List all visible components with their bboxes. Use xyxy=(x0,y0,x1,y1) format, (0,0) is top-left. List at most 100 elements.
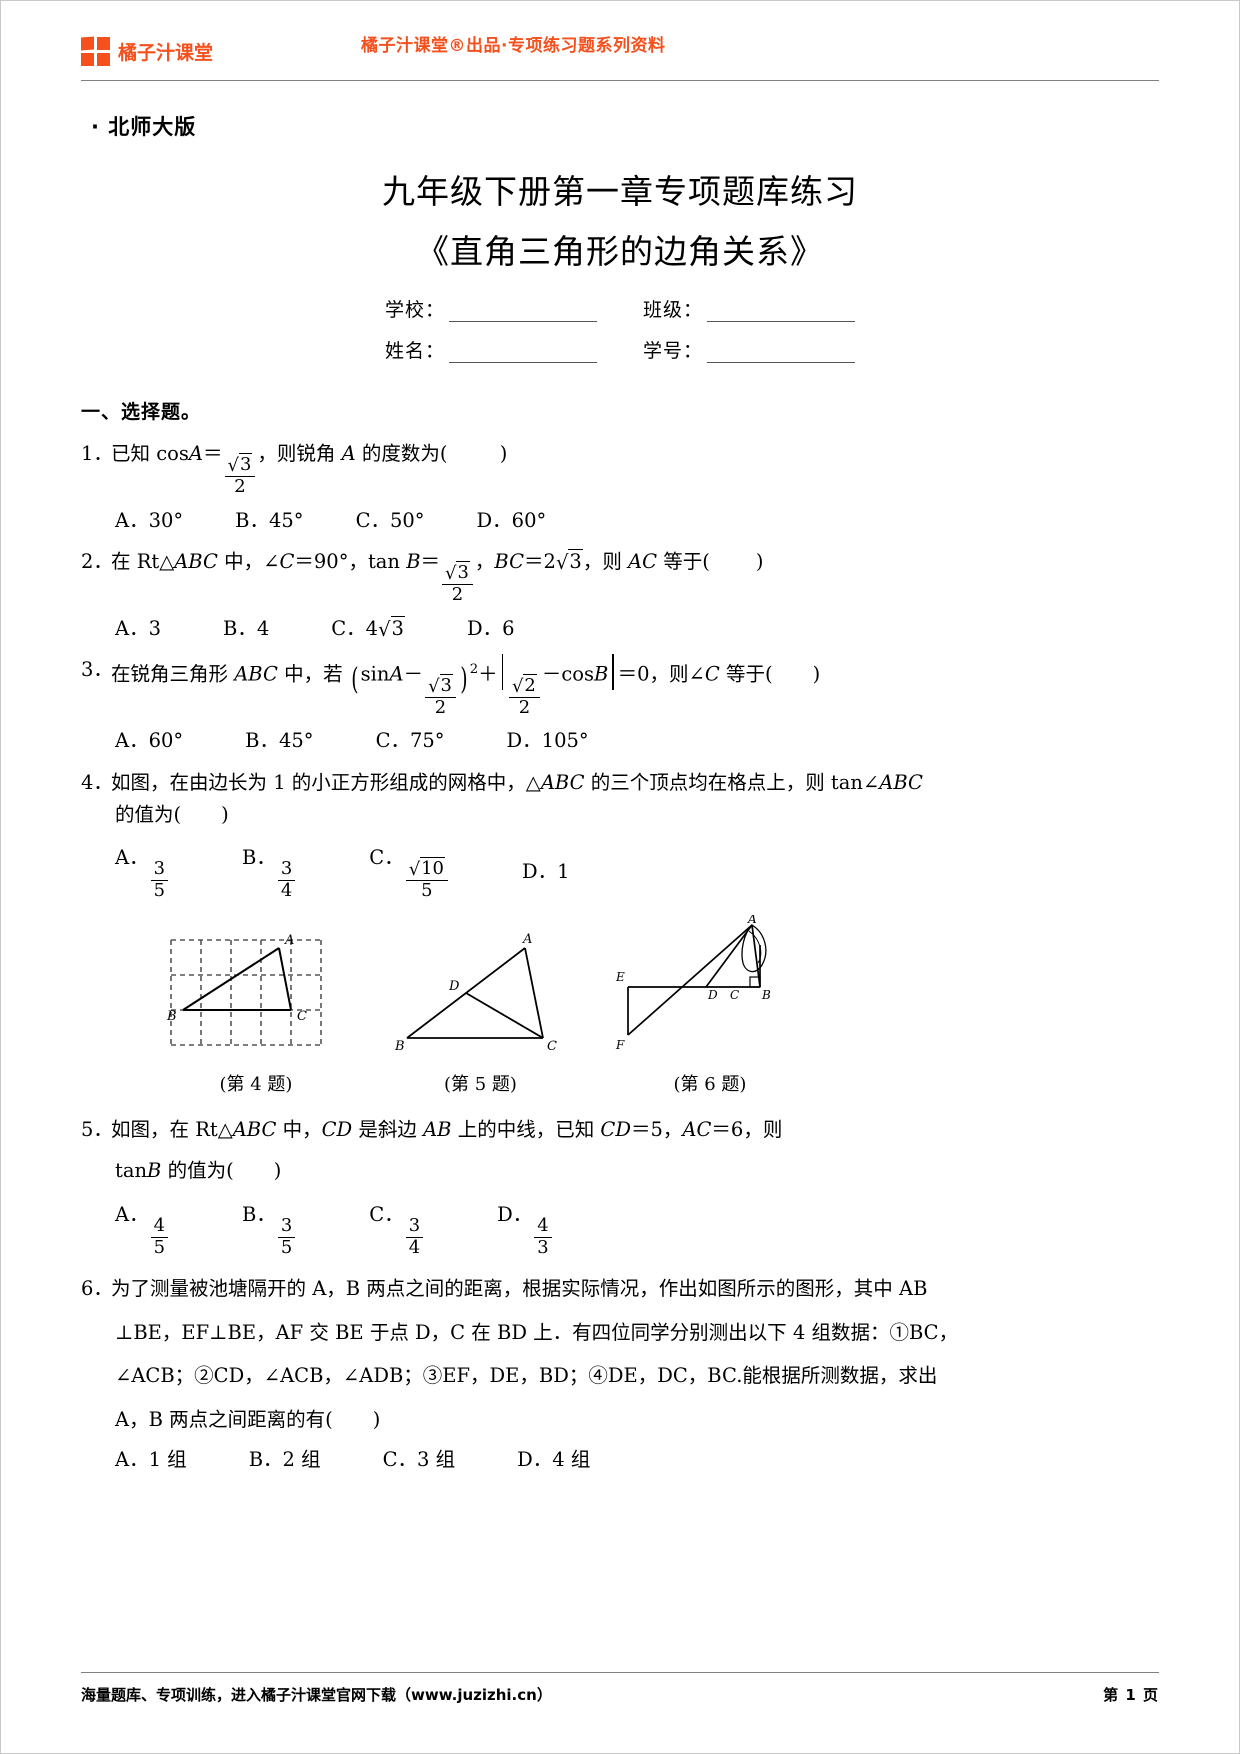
class-field[interactable]: 班级： xyxy=(643,295,856,322)
q5-abc: ABC xyxy=(232,1117,277,1141)
question-6-number: 6． xyxy=(81,1277,113,1301)
figure-q4-svg: A B C xyxy=(166,933,322,1046)
figure-q6-label-A: A xyxy=(747,915,757,926)
q5-option-d[interactable]: D． 4 3 xyxy=(497,1199,554,1258)
q2-c: C xyxy=(279,550,295,574)
q1-close: ) xyxy=(499,442,508,465)
question-5: 5． 如图，在 Rt△ABC 中，CD 是斜边 AB 上的中线，已知 CD＝5，… xyxy=(81,1114,1159,1258)
brand-logo: 橘子汁课堂 xyxy=(81,36,214,67)
studentid-field[interactable]: 学号： xyxy=(643,336,856,363)
figure-q6-label-B: B xyxy=(761,988,771,1002)
q2-close: ) xyxy=(755,550,764,574)
q1-varA: A xyxy=(188,442,203,465)
studentid-input-blank[interactable] xyxy=(707,343,856,363)
q2-option-a[interactable]: A．3 xyxy=(115,613,161,645)
school-input-blank[interactable] xyxy=(449,302,597,322)
q3-t1: 在锐角三角形 xyxy=(111,662,229,686)
q2-fraction: √3 2 xyxy=(442,560,473,605)
q1-t2: ，则锐角 xyxy=(257,442,336,465)
q4-abc1: ABC xyxy=(540,770,585,794)
q2-sq: 3 xyxy=(568,549,583,574)
q5-m4: ＝5， xyxy=(630,1117,683,1141)
q3-sin: sin xyxy=(360,662,390,686)
q4-option-a[interactable]: A． 3 5 xyxy=(115,842,170,901)
q2-option-c[interactable]: C．4√3 xyxy=(331,613,405,645)
question-1-number: 1． xyxy=(81,442,113,465)
q3-t3: 等于( xyxy=(726,662,773,686)
name-field[interactable]: 姓名： xyxy=(385,336,597,363)
q5-tan: tan xyxy=(115,1159,148,1183)
q5-m1: 中， xyxy=(276,1117,322,1141)
figure-q5-label-C: C xyxy=(547,1039,557,1054)
q2-option-b[interactable]: B．4 xyxy=(223,613,269,645)
q6-option-b[interactable]: B．2 组 xyxy=(249,1444,321,1476)
q2-option-d[interactable]: D．6 xyxy=(467,613,515,645)
name-input-blank[interactable] xyxy=(449,343,597,363)
logo-text: 橘子汁课堂 xyxy=(118,42,214,64)
q6-option-d[interactable]: D．4 组 xyxy=(517,1444,590,1476)
page-number: 第 1 页 xyxy=(1103,1686,1159,1704)
q3-close-paren: ) xyxy=(460,662,468,698)
school-field[interactable]: 学校： xyxy=(385,295,597,322)
four-squares-logo-icon xyxy=(81,36,111,67)
question-2-text: 在 Rt△ABC 中，∠C＝90°，tan B＝ √3 2 ，BC＝2√3，则 AC … xyxy=(111,549,764,605)
q3-eqzero: ＝0，则∠ xyxy=(617,662,705,686)
q6-option-c[interactable]: C．3 组 xyxy=(383,1444,456,1476)
figure-q4-caption: (第 4 题) xyxy=(219,1073,293,1095)
section-heading: 一、选择题。 xyxy=(81,401,202,423)
question-1: 1． 已知 cosA＝ √3 2 ，则锐角 A 的度数为( ) A．30° B．45°… xyxy=(81,438,1159,536)
q1-option-d[interactable]: D．60° xyxy=(477,505,547,537)
figure-q4-label-B: B xyxy=(166,1009,177,1024)
q3-minus: － xyxy=(403,662,424,686)
q2-t1: 在 Rt△ xyxy=(111,550,175,574)
q1-frac-den: 2 xyxy=(234,475,246,497)
footer-note: 海量题库、专项训练，进入橘子汁课堂官网下载（www.juzizhi.cn） xyxy=(81,1686,552,1704)
q2-ac: AC xyxy=(628,550,658,574)
question-5-line2: tanB 的值为() xyxy=(115,1155,1159,1187)
q1-option-b[interactable]: B．45° xyxy=(235,505,303,537)
q3-vc: C xyxy=(704,662,720,686)
q4-close: ) xyxy=(221,802,229,826)
question-6: 6． 为了测量被池塘隔开的 A，B 两点之间的距离，根据实际情况，作出如图所示的… xyxy=(81,1273,1159,1475)
question-6-line1: 为了测量被池塘隔开的 A，B 两点之间的距离，根据实际情况，作出如图所示的图形，… xyxy=(111,1277,928,1301)
q5-m3: 上的中线，已知 xyxy=(451,1117,601,1141)
figure-q6: A B C D E F (第 6 题) xyxy=(610,915,810,1096)
field-row-1: 学校： 班级： xyxy=(385,295,856,322)
q4-option-c[interactable]: C． √10 5 xyxy=(369,842,450,901)
q5-cd2: CD xyxy=(600,1117,631,1141)
q4-l1b: 的三个顶点均在格点上，则 tan∠ xyxy=(584,770,880,794)
question-1-text: 已知 cosA＝ √3 2 ，则锐角 A 的度数为( ) xyxy=(111,438,1159,497)
q5-post: 的值为( xyxy=(161,1159,234,1183)
q3-option-a[interactable]: A．60° xyxy=(115,725,183,757)
q5-close: ) xyxy=(273,1159,282,1183)
q4-option-d[interactable]: D．1 xyxy=(522,856,570,888)
q2-t7: 等于( xyxy=(663,550,710,574)
q2-bc: BC xyxy=(494,550,525,574)
page-subtitle: 《直角三角形的边角关系》 xyxy=(416,232,824,271)
q3-option-d[interactable]: D．105° xyxy=(507,725,589,757)
q5-option-b[interactable]: B． 3 5 xyxy=(242,1199,297,1258)
class-label: 班级： xyxy=(643,299,704,321)
q5-option-a[interactable]: A． 4 5 xyxy=(115,1199,170,1258)
figure-q6-label-E: E xyxy=(615,970,625,984)
q4-option-b[interactable]: B． 3 4 xyxy=(242,842,297,901)
question-5-options: A． 4 5 B． 3 5 C． 3 4 D． 4 3 xyxy=(115,1199,1159,1258)
worksheet-page: 橘子汁课堂 橘子汁课堂®出品·专项练习题系列资料 · 北师大版 九年级下册第一章… xyxy=(0,0,1240,1754)
question-3: 3． 在锐角三角形 ABC 中，若 (sinA－ √3 2) 2＋ √2 2 －cosB ＝0… xyxy=(81,654,1159,757)
q1-option-c[interactable]: C．50° xyxy=(356,505,425,537)
q1-t1: 已知 xyxy=(111,442,151,465)
q1-fraction: √3 2 xyxy=(224,452,256,497)
class-input-blank[interactable] xyxy=(707,302,856,322)
q4-l2: 的值为( xyxy=(115,802,182,826)
q5-option-c[interactable]: C． 3 4 xyxy=(369,1199,425,1258)
questions-content: 一、选择题。 1． 已知 cosA＝ √3 2 ，则锐角 A 的度数为( ) A．30… xyxy=(81,397,1159,1475)
figure-q6-label-C: C xyxy=(730,988,739,1002)
q3-option-b[interactable]: B．45° xyxy=(245,725,313,757)
q5-p1: 如图，在 Rt△ xyxy=(111,1117,233,1141)
name-label: 姓名： xyxy=(384,340,445,362)
q1-option-a[interactable]: A．30° xyxy=(115,505,183,537)
q6-option-a[interactable]: A．1 组 xyxy=(115,1444,187,1476)
q5-ac: AC xyxy=(682,1117,712,1141)
q3-option-c[interactable]: C．75° xyxy=(376,725,445,757)
question-5-text: 如图，在 Rt△ABC 中，CD 是斜边 AB 上的中线，已知 CD＝5，AC＝… xyxy=(111,1114,1159,1146)
